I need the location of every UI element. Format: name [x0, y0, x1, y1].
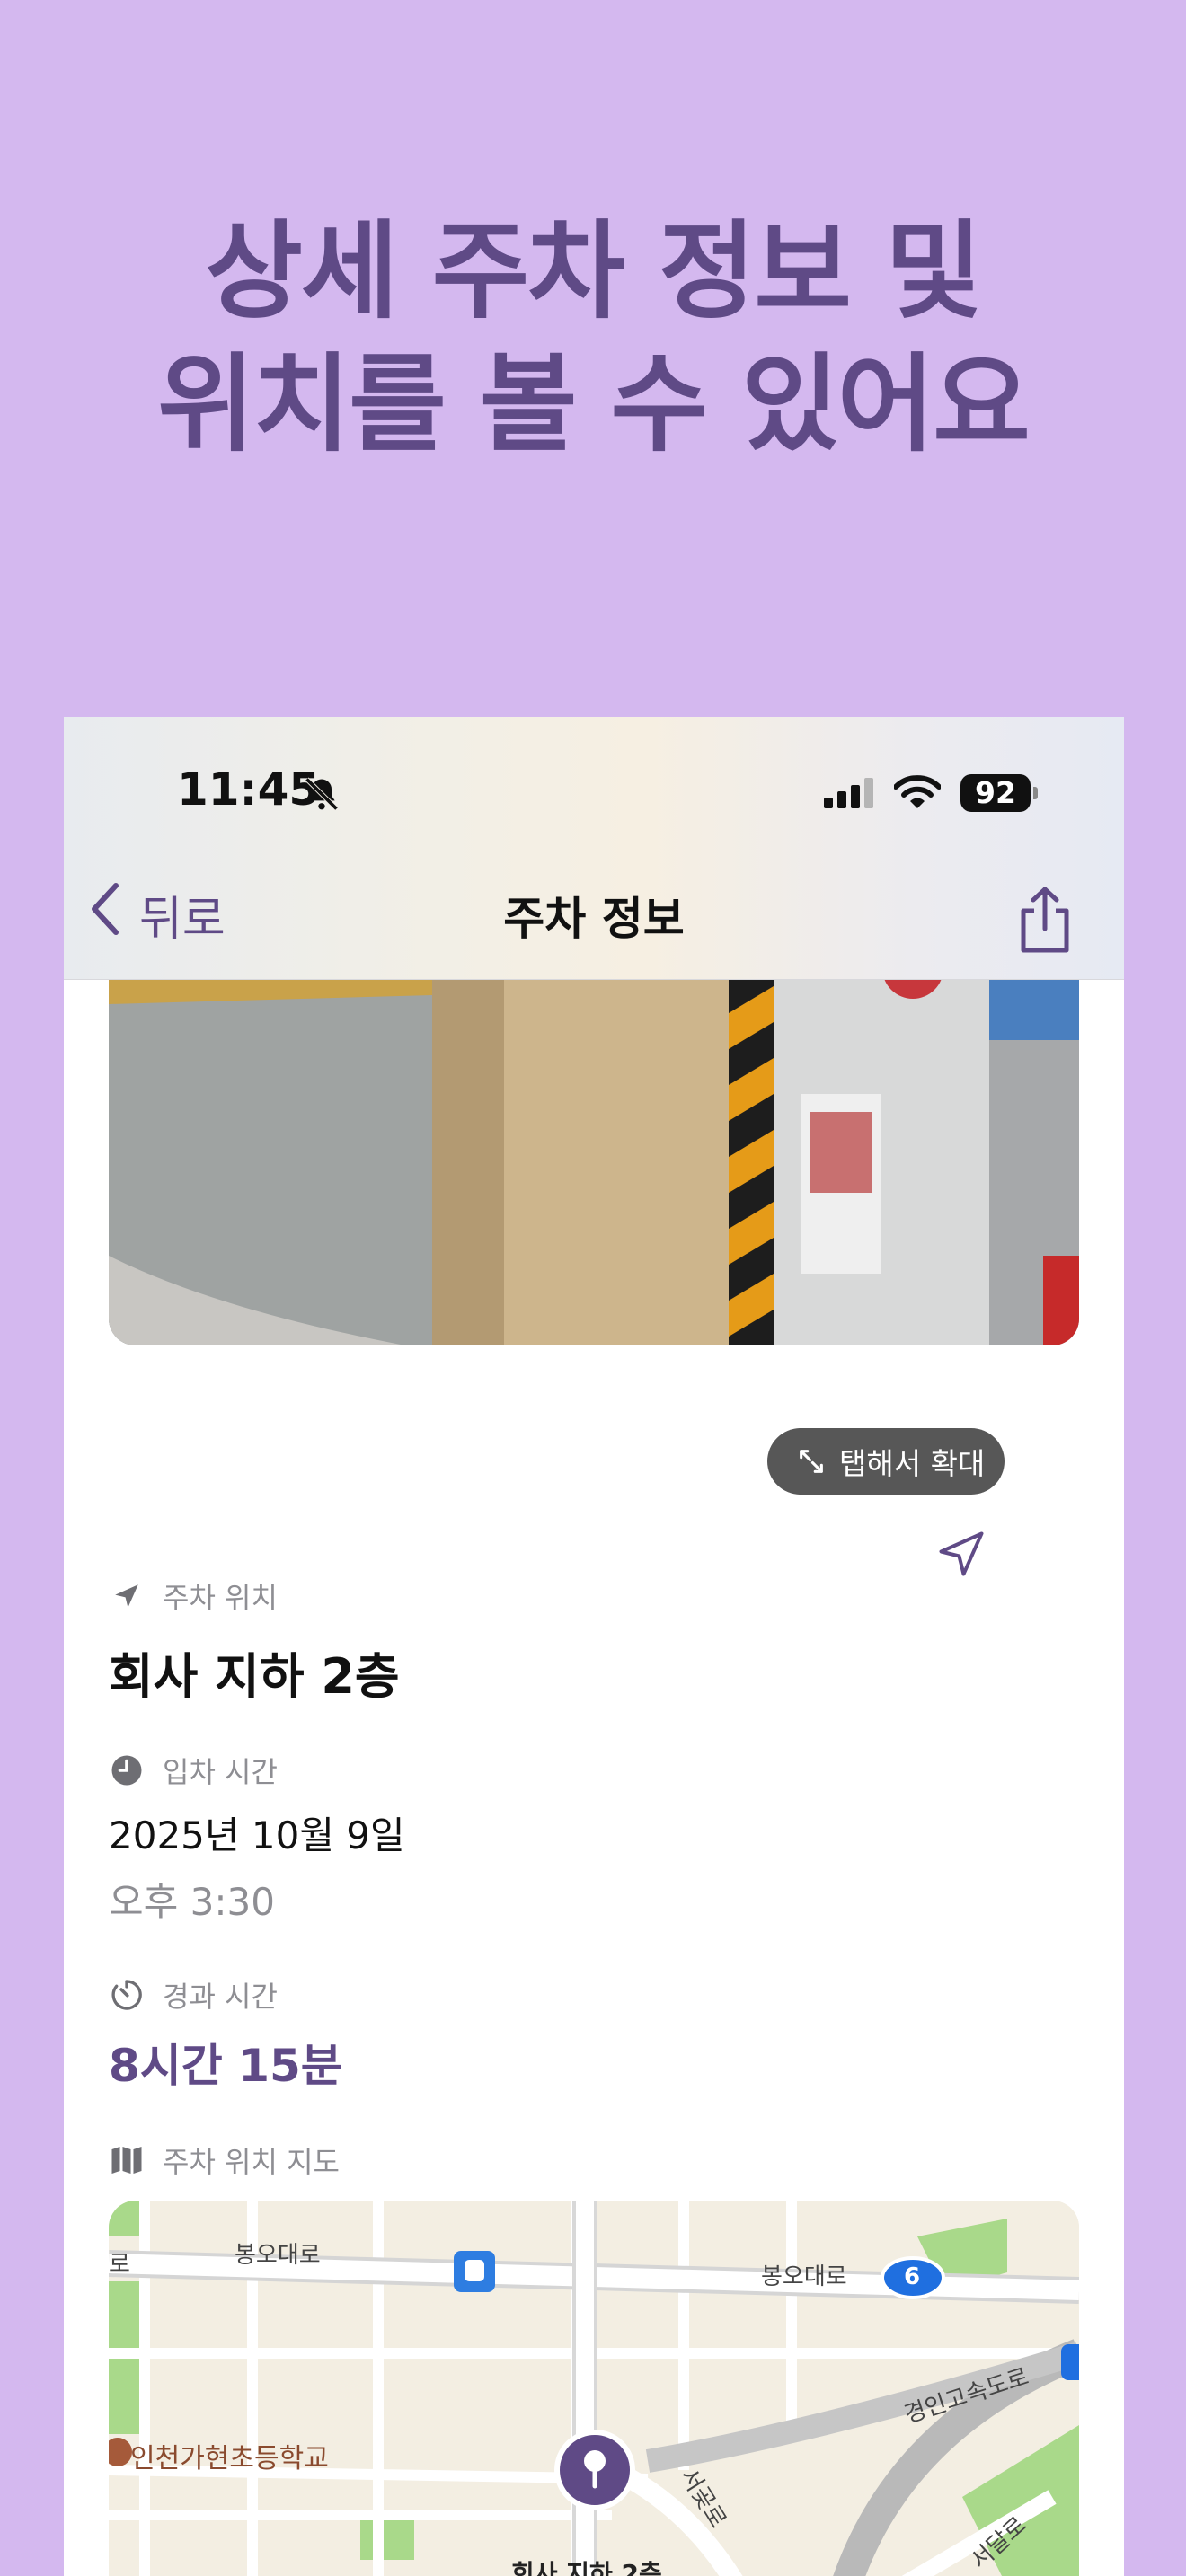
- timer-icon: [109, 1977, 145, 2013]
- map-road-left: 로: [109, 2251, 130, 2278]
- entry-label: 입차 시간: [163, 1755, 278, 1789]
- map-icon: [109, 2142, 145, 2178]
- map-pin-label: 회사 지하 2층: [511, 2559, 662, 2576]
- status-time: 11:45: [177, 763, 321, 816]
- parking-location-map[interactable]: 로 봉오대로 봉오대로 6 경인고속도로 인천가현초등학교 서곶로 서달로 회사…: [109, 2201, 1079, 2576]
- location-arrow-icon: [109, 1578, 145, 1614]
- tap-to-zoom-button[interactable]: 탭해서 확대: [767, 1428, 1005, 1495]
- elapsed-label-row: 경과 시간: [109, 1974, 278, 2016]
- headline-line-1: 상세 주차 정보 및: [205, 209, 982, 333]
- phone-screen: 50 11:45: [64, 717, 1124, 2576]
- map-school: 인천가현초등학교: [130, 2443, 329, 2475]
- expand-icon: [800, 1450, 823, 1473]
- elapsed-value: 8시간 15분: [109, 2040, 342, 2092]
- cellular-signal-icon: [824, 778, 878, 812]
- battery-nub: [1033, 787, 1038, 799]
- location-value: 회사 지하 2층: [109, 1648, 400, 1705]
- map-label-row: 주차 위치 지도: [109, 2139, 340, 2181]
- page-title: 주차 정보: [503, 893, 685, 945]
- map-label: 주차 위치 지도: [163, 2145, 340, 2179]
- entry-label-row: 입차 시간: [109, 1750, 278, 1791]
- entry-time: 오후 3:30: [109, 1880, 275, 1924]
- battery-icon: 92: [960, 774, 1031, 812]
- elapsed-label: 경과 시간: [163, 1980, 278, 2014]
- app-header: 11:45 92 뒤로 주차 정보: [64, 717, 1124, 980]
- map-road-1: 봉오대로: [235, 2242, 321, 2269]
- share-icon[interactable]: [1016, 886, 1074, 957]
- headline-line-2: 위치를 볼 수 있어요: [157, 342, 1031, 466]
- bell-slash-icon: [302, 774, 341, 817]
- wifi-icon: [893, 774, 942, 814]
- location-label: 주차 위치: [163, 1581, 278, 1615]
- clock-icon: [109, 1752, 145, 1788]
- current-location-button[interactable]: [903, 1496, 1020, 1611]
- map-road-2: 봉오대로: [761, 2263, 847, 2290]
- zoom-label: 탭해서 확대: [839, 1446, 986, 1481]
- location-arrow-icon: [939, 1531, 984, 1576]
- entry-date: 2025년 10월 9일: [109, 1813, 405, 1857]
- route-badge: 6: [904, 2263, 921, 2290]
- headline: 상세 주차 정보 및 위치를 볼 수 있어요: [0, 205, 1186, 471]
- location-label-row: 주차 위치: [109, 1575, 278, 1617]
